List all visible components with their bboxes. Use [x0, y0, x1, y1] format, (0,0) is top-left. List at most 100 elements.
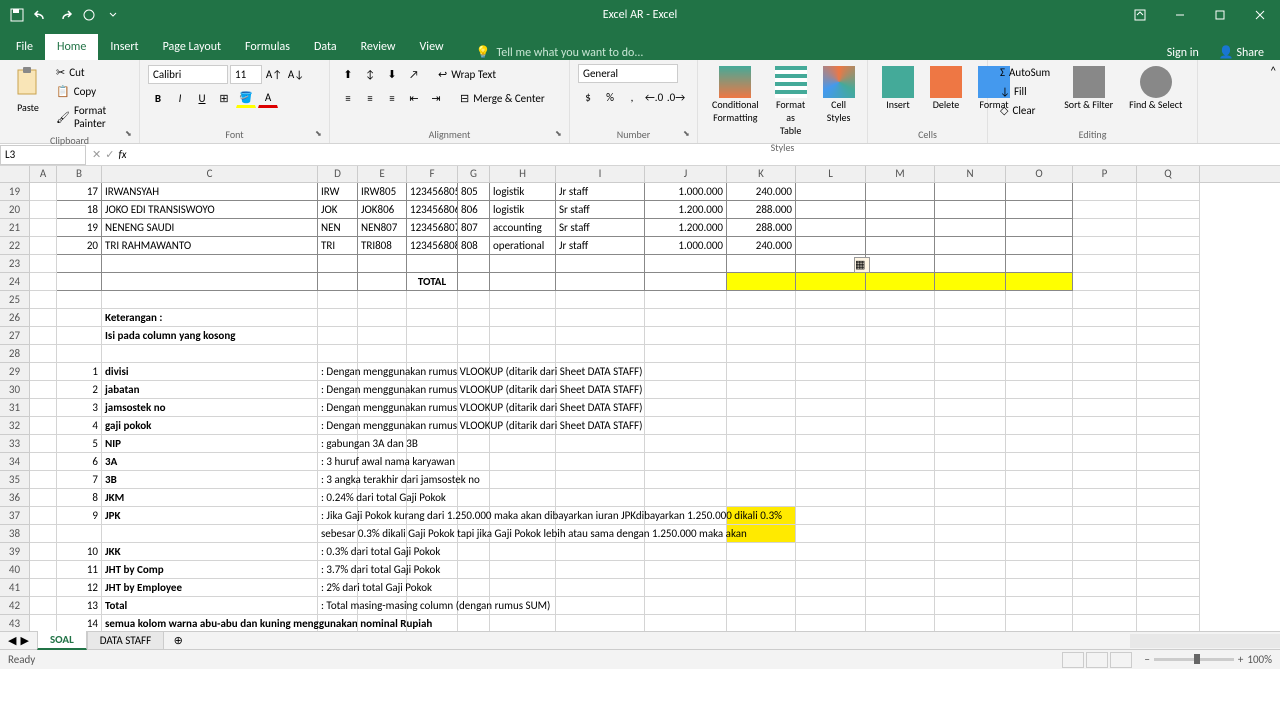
- row-header-35[interactable]: 35: [0, 471, 30, 489]
- cell[interactable]: [1137, 183, 1200, 201]
- font-dialog-launcher[interactable]: ⬊: [315, 129, 327, 141]
- cell[interactable]: TRI: [318, 237, 358, 255]
- cell[interactable]: [796, 237, 866, 255]
- cell[interactable]: 240.000: [727, 237, 796, 255]
- cell[interactable]: TRI808: [358, 237, 407, 255]
- sheet-nav-prev-icon[interactable]: ◀: [8, 634, 16, 647]
- zoom-out-icon[interactable]: −: [1144, 653, 1149, 666]
- cell[interactable]: [935, 237, 1006, 255]
- delete-cells-button[interactable]: Delete: [924, 64, 968, 113]
- cell[interactable]: [796, 201, 866, 219]
- cell[interactable]: 17: [57, 183, 102, 201]
- row-header-42[interactable]: 42: [0, 597, 30, 615]
- cell[interactable]: [935, 219, 1006, 237]
- cell[interactable]: 19: [57, 219, 102, 237]
- cell[interactable]: [30, 237, 57, 255]
- close-icon[interactable]: [1240, 0, 1280, 30]
- cell[interactable]: 123456805: [407, 183, 458, 201]
- underline-button[interactable]: U: [192, 88, 212, 108]
- cell[interactable]: NEN807: [358, 219, 407, 237]
- sheet-tab-data-staff[interactable]: DATA STAFF: [87, 632, 164, 650]
- tab-data[interactable]: Data: [302, 34, 349, 60]
- align-center-icon[interactable]: ≡: [360, 88, 380, 108]
- tab-formulas[interactable]: Formulas: [233, 34, 302, 60]
- tab-review[interactable]: Review: [349, 34, 408, 60]
- row-header-33[interactable]: 33: [0, 435, 30, 453]
- cell[interactable]: 123456808: [407, 237, 458, 255]
- number-format-select[interactable]: [578, 64, 678, 83]
- cell[interactable]: 18: [57, 201, 102, 219]
- orientation-icon[interactable]: ↗: [404, 64, 424, 84]
- cell[interactable]: 240.000: [727, 183, 796, 201]
- increase-indent-icon[interactable]: ⇥: [426, 88, 446, 108]
- cell[interactable]: IRWANSYAH: [102, 183, 318, 201]
- cell[interactable]: [1137, 219, 1200, 237]
- normal-view-icon[interactable]: [1062, 652, 1084, 668]
- decrease-font-icon[interactable]: A↓: [286, 64, 306, 84]
- font-name-select[interactable]: [148, 65, 228, 84]
- cell[interactable]: JOK: [318, 201, 358, 219]
- fx-icon[interactable]: fx: [118, 148, 126, 161]
- autosum-button[interactable]: ΣAutoSum: [996, 64, 1054, 81]
- signin-link[interactable]: Sign in: [1167, 46, 1199, 60]
- clipboard-dialog-launcher[interactable]: ⬊: [125, 129, 137, 141]
- fill-button[interactable]: ↓Fill: [996, 83, 1054, 100]
- cell[interactable]: [1006, 237, 1073, 255]
- cell[interactable]: [796, 219, 866, 237]
- col-header-N[interactable]: N: [935, 166, 1006, 182]
- page-layout-view-icon[interactable]: [1086, 652, 1108, 668]
- row-header-20[interactable]: 20: [0, 201, 30, 219]
- format-as-table-button[interactable]: Format as Table: [769, 64, 813, 139]
- col-header-B[interactable]: B: [57, 166, 102, 182]
- format-painter-button[interactable]: 🖌Format Painter: [52, 102, 131, 132]
- cell[interactable]: 123456807: [407, 219, 458, 237]
- cell[interactable]: [30, 219, 57, 237]
- cell[interactable]: Jr staff: [556, 183, 645, 201]
- decrease-indent-icon[interactable]: ⇤: [404, 88, 424, 108]
- align-bottom-icon[interactable]: ⬇: [382, 64, 402, 84]
- cut-button[interactable]: ✂Cut: [52, 64, 131, 81]
- cell[interactable]: [935, 201, 1006, 219]
- cell[interactable]: [1006, 219, 1073, 237]
- cell[interactable]: IRW805: [358, 183, 407, 201]
- col-header-L[interactable]: L: [796, 166, 866, 182]
- col-header-F[interactable]: F: [407, 166, 458, 182]
- copy-button[interactable]: 📋Copy: [52, 83, 131, 100]
- cell[interactable]: [866, 183, 935, 201]
- col-header-M[interactable]: M: [866, 166, 935, 182]
- minimize-icon[interactable]: [1160, 0, 1200, 30]
- zoom-level[interactable]: 100%: [1247, 653, 1272, 666]
- cell[interactable]: JOKO EDI TRANSISWOYO: [102, 201, 318, 219]
- col-header-K[interactable]: K: [727, 166, 796, 182]
- qat-dropdown-icon[interactable]: [104, 6, 122, 24]
- align-top-icon[interactable]: ⬆: [338, 64, 358, 84]
- col-header-H[interactable]: H: [490, 166, 556, 182]
- col-header-O[interactable]: O: [1006, 166, 1073, 182]
- cell[interactable]: [1073, 201, 1137, 219]
- row-header-37[interactable]: 37: [0, 507, 30, 525]
- tell-me-search[interactable]: 💡 Tell me what you want to do...: [476, 45, 644, 60]
- row-header-39[interactable]: 39: [0, 543, 30, 561]
- percent-format-icon[interactable]: %: [600, 87, 620, 107]
- tab-view[interactable]: View: [408, 34, 456, 60]
- collapse-ribbon-icon[interactable]: ^: [1267, 60, 1280, 143]
- cell[interactable]: accounting: [490, 219, 556, 237]
- number-dialog-launcher[interactable]: ⬊: [683, 129, 695, 141]
- row-header-32[interactable]: 32: [0, 417, 30, 435]
- align-left-icon[interactable]: ≡: [338, 88, 358, 108]
- cell[interactable]: operational: [490, 237, 556, 255]
- cell[interactable]: [1137, 201, 1200, 219]
- cell[interactable]: TRI RAHMAWANTO: [102, 237, 318, 255]
- row-header-27[interactable]: 27: [0, 327, 30, 345]
- cell[interactable]: 288.000: [727, 219, 796, 237]
- cell[interactable]: [866, 237, 935, 255]
- cell-styles-button[interactable]: Cell Styles: [817, 64, 861, 126]
- cancel-formula-icon[interactable]: ✕: [92, 148, 101, 161]
- row-header-25[interactable]: 25: [0, 291, 30, 309]
- decrease-decimal-icon[interactable]: .0→: [666, 87, 686, 107]
- col-header-J[interactable]: J: [645, 166, 727, 182]
- sheet-tab-soal[interactable]: SOAL: [37, 631, 87, 650]
- col-header-P[interactable]: P: [1073, 166, 1137, 182]
- cell[interactable]: NEN: [318, 219, 358, 237]
- cell[interactable]: 808: [458, 237, 490, 255]
